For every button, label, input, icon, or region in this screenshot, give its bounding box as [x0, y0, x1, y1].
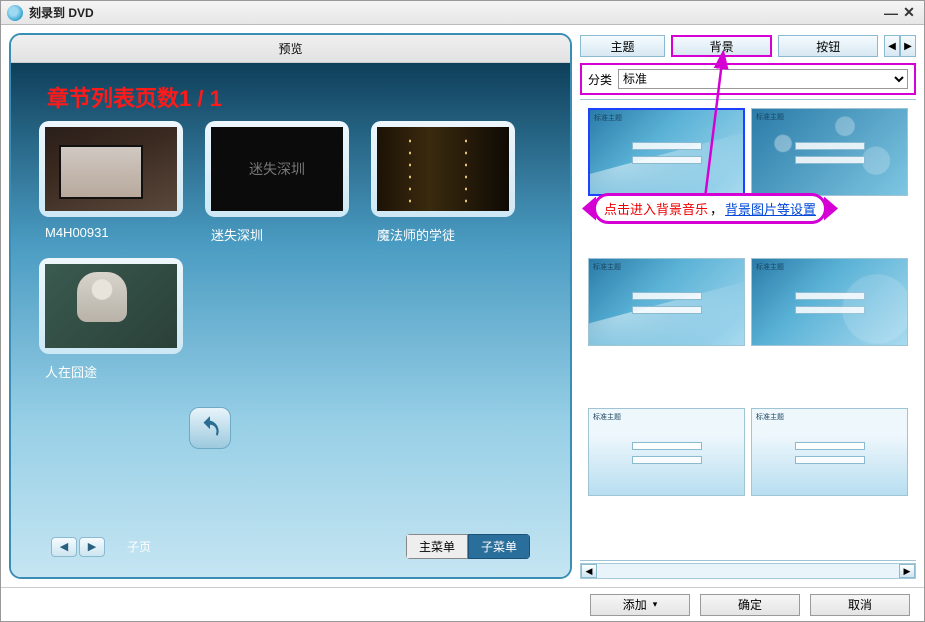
next-subpage-button[interactable]: ▶: [79, 537, 105, 557]
category-row: 分类 标准: [580, 63, 916, 95]
chapter-title: 章节列表页数1 / 1: [47, 81, 552, 113]
theme-item[interactable]: 标准主题: [588, 408, 745, 496]
thumb-image: [45, 127, 177, 211]
chapter-thumb[interactable]: 人在囧途: [39, 258, 183, 395]
redo-button[interactable]: [189, 407, 231, 449]
chapter-thumb[interactable]: M4H00931: [39, 121, 183, 258]
scroll-right-button[interactable]: ▶: [899, 564, 915, 578]
chapter-thumb[interactable]: 迷失深圳 迷失深圳: [205, 121, 349, 258]
add-button[interactable]: 添加: [590, 594, 690, 616]
scroll-left-button[interactable]: ◀: [581, 564, 597, 578]
thumb-caption: 迷失深圳: [211, 225, 349, 244]
tab-button[interactable]: 按钮: [778, 35, 878, 57]
tab-scroll-right[interactable]: ▶: [900, 35, 916, 57]
theme-item[interactable]: 标准主题: [751, 408, 908, 496]
thumb-caption: 人在囧途: [45, 362, 183, 381]
main-menu-tab[interactable]: 主菜单: [406, 534, 468, 559]
preview-stage: 章节列表页数1 / 1 M4H00931 迷失深圳 迷失深圳 魔法师的学徒: [11, 63, 570, 577]
theme-panel: 主题 背景 按钮 ◀ ▶ 分类 标准: [580, 33, 916, 579]
prev-subpage-button[interactable]: ◀: [51, 537, 77, 557]
preview-header: 预览: [11, 35, 570, 63]
thumb-caption: M4H00931: [45, 225, 183, 240]
thumb-image: 迷失深圳: [211, 127, 343, 211]
cancel-button[interactable]: 取消: [810, 594, 910, 616]
tab-theme[interactable]: 主题: [580, 35, 665, 57]
sub-menu-tab[interactable]: 子菜单: [468, 534, 530, 559]
thumb-caption: 魔法师的学徒: [377, 225, 515, 244]
close-button[interactable]: ✕: [900, 5, 918, 21]
nav-row: ◀ ▶ 子页 主菜单 子菜单: [11, 534, 570, 559]
subpage-label: 子页: [127, 538, 151, 555]
ok-button[interactable]: 确定: [700, 594, 800, 616]
title-bar: 刻录到 DVD — ✕: [1, 1, 924, 25]
theme-list: 标准主题 标准主题 标准主题 标准主题: [580, 99, 916, 561]
chapter-thumb[interactable]: 魔法师的学徒: [371, 121, 515, 258]
bottom-bar: 添加 确定 取消: [1, 587, 924, 621]
tab-row: 主题 背景 按钮 ◀ ▶: [580, 33, 916, 59]
minimize-button[interactable]: —: [882, 5, 900, 21]
thumb-image: [377, 127, 509, 211]
preview-panel: 预览 章节列表页数1 / 1 M4H00931 迷失深圳 迷失深圳: [9, 33, 572, 579]
tab-scroll-left[interactable]: ◀: [884, 35, 900, 57]
horizontal-scrollbar[interactable]: ◀ ▶: [580, 563, 916, 579]
content-area: 预览 章节列表页数1 / 1 M4H00931 迷失深圳 迷失深圳: [1, 25, 924, 621]
category-label: 分类: [588, 71, 612, 88]
app-icon: [7, 5, 23, 21]
theme-item[interactable]: 标准主题: [751, 108, 908, 196]
app-window: 刻录到 DVD — ✕ 预览 章节列表页数1 / 1 M4H00931 迷失深圳: [0, 0, 925, 622]
theme-item[interactable]: 标准主题: [588, 258, 745, 346]
theme-item[interactable]: 标准主题: [588, 108, 745, 196]
category-select[interactable]: 标准: [618, 69, 908, 89]
tab-background[interactable]: 背景: [671, 35, 773, 57]
theme-item[interactable]: 标准主题: [751, 258, 908, 346]
redo-icon: [197, 415, 223, 441]
thumb-image: [45, 264, 177, 348]
window-title: 刻录到 DVD: [29, 4, 94, 21]
